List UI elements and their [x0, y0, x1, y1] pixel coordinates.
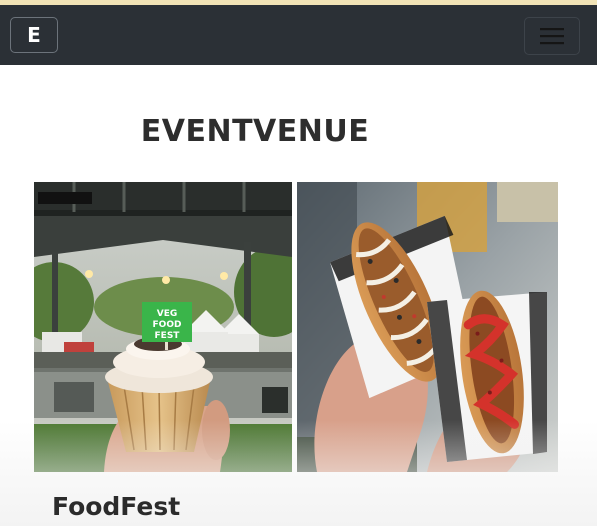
hotdogs-photo[interactable]: [297, 182, 558, 472]
brand-button[interactable]: E: [10, 17, 58, 53]
svg-text:FOOD: FOOD: [153, 320, 182, 330]
brand-letter: E: [27, 23, 41, 47]
cupcake-bandstand-photo[interactable]: VEG FOOD FEST: [34, 182, 292, 472]
event-gallery: VEG FOOD FEST: [34, 182, 558, 472]
event-name: FoodFest: [52, 492, 181, 521]
hamburger-menu-icon: [540, 28, 564, 45]
svg-text:FEST: FEST: [155, 331, 181, 341]
navbar: E: [0, 5, 597, 65]
menu-toggle-button[interactable]: [524, 17, 580, 55]
page-title: EVENTVENUE: [140, 114, 370, 149]
sign-text: VEG: [157, 309, 178, 319]
